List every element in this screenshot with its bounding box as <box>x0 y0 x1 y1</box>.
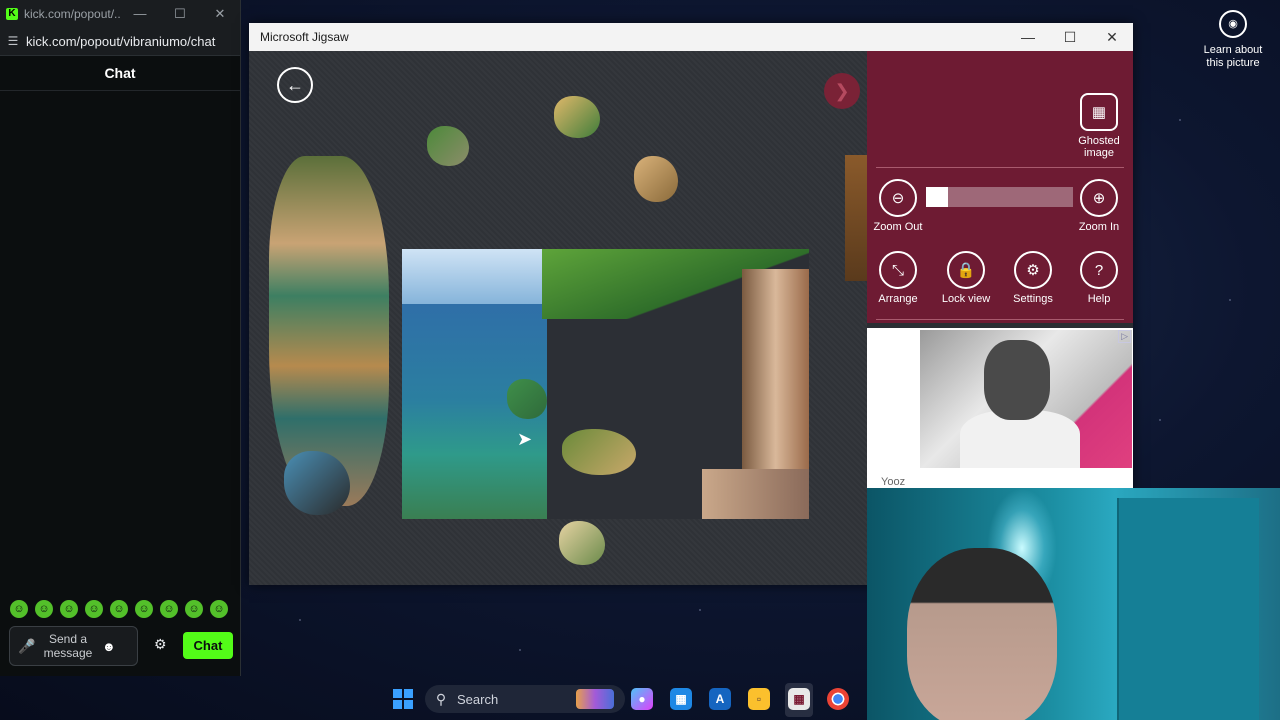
chat-settings-gear-icon[interactable]: ⚙ <box>154 636 167 653</box>
minimize-icon[interactable]: — <box>1007 29 1049 45</box>
copilot-icon[interactable]: ● <box>631 688 653 710</box>
zoom-in-button[interactable]: ⊕ Zoom In <box>1075 179 1123 233</box>
search-highlight-icon[interactable] <box>576 689 614 709</box>
help-label: Help <box>1087 293 1111 305</box>
kick-titlebar: K kick.com/popout/... — ☐ ✕ <box>0 0 240 27</box>
emote-icon[interactable]: ☺ <box>85 600 103 618</box>
mouse-cursor-icon: ➤ <box>517 429 533 449</box>
ghosted-image-label: Ghosted image <box>1078 135 1120 159</box>
address-url: kick.com/popout/vibraniumo/chat <box>26 33 216 49</box>
jigsaw-titlebar: Microsoft Jigsaw — ☐ ✕ <box>249 23 1133 51</box>
lock-view-label: Lock view <box>941 293 991 305</box>
arrange-button[interactable]: ⤡ Arrange <box>873 251 923 305</box>
learn-about-picture[interactable]: ◉ Learn about this picture <box>1200 10 1266 70</box>
separator <box>876 319 1124 320</box>
settings-button[interactable]: ⚙ Settings <box>1007 251 1059 305</box>
emote-icon[interactable]: ☺ <box>135 600 153 618</box>
ad-choices-icon[interactable]: ▷ <box>1118 330 1131 343</box>
zoom-slider-fill <box>926 187 949 207</box>
advertisement[interactable]: ▷ Yooz <box>867 328 1133 488</box>
close-icon[interactable]: ✕ <box>1091 29 1133 46</box>
zoom-in-label: Zoom In <box>1078 221 1120 233</box>
chat-input-placeholder: Send a message <box>43 632 93 660</box>
help-button[interactable]: ? Help <box>1075 251 1123 305</box>
address-bar[interactable]: ☰ kick.com/popout/vibraniumo/chat <box>0 27 240 56</box>
taskbar-search-label: Search <box>457 691 499 707</box>
send-chat-button[interactable]: Chat <box>183 632 233 659</box>
puzzle-piece[interactable] <box>507 379 547 419</box>
puzzle-piece[interactable] <box>559 521 605 565</box>
maximize-icon[interactable]: ☐ <box>1049 29 1091 46</box>
zoom-out-label: Zoom Out <box>873 221 923 233</box>
zoom-in-icon: ⊕ <box>1080 179 1118 217</box>
chrome-icon[interactable] <box>827 688 849 710</box>
emote-icon[interactable]: ☺ <box>110 600 128 618</box>
cliff-bottom-pieces <box>702 469 809 519</box>
kick-tab-title: kick.com/popout/... <box>24 6 120 21</box>
kick-logo-icon: K <box>6 7 18 20</box>
puzzle-piece[interactable] <box>427 126 469 166</box>
site-settings-icon[interactable]: ☰ <box>0 34 26 48</box>
emote-bar: ☺ ☺ ☺ ☺ ☺ ☺ ☺ ☺ ☺ <box>10 600 228 618</box>
learn-about-picture-label: Learn about this picture <box>1203 44 1263 69</box>
puzzle-assembly-area[interactable] <box>402 249 809 519</box>
ad-advertiser-label: Yooz <box>881 476 906 488</box>
emote-icon[interactable]: ☺ <box>210 600 228 618</box>
puzzle-piece[interactable] <box>562 429 636 475</box>
emoji-picker-icon[interactable]: ☻ <box>102 639 116 654</box>
microphone-icon[interactable]: 🎤 <box>16 638 38 655</box>
chat-header: Chat <box>0 56 240 91</box>
ghosted-image-icon: ▦ <box>1080 93 1118 131</box>
puzzle-piece[interactable] <box>554 96 600 138</box>
separator <box>876 167 1124 168</box>
zoom-slider[interactable] <box>926 187 1073 207</box>
minimize-icon[interactable]: — <box>120 6 160 21</box>
ad-image[interactable] <box>920 330 1132 468</box>
settings-label: Settings <box>1013 293 1053 305</box>
close-icon[interactable]: ✕ <box>200 6 240 22</box>
lock-icon: 🔒 <box>947 251 985 289</box>
zoom-out-button[interactable]: ⊖ Zoom Out <box>873 179 923 233</box>
search-icon: ⚲ <box>435 690 447 707</box>
emote-icon[interactable]: ☺ <box>60 600 78 618</box>
arrange-label: Arrange <box>878 293 918 305</box>
next-image-preview[interactable] <box>845 155 867 281</box>
help-icon: ? <box>1080 251 1118 289</box>
app-icon[interactable]: A <box>709 688 731 710</box>
zoom-out-icon: ⊖ <box>879 179 917 217</box>
chat-input[interactable]: 🎤 Send a message ☻ <box>9 626 138 666</box>
emote-icon[interactable]: ☺ <box>160 600 178 618</box>
maximize-icon[interactable]: ☐ <box>160 6 200 22</box>
emote-icon[interactable]: ☺ <box>10 600 28 618</box>
camera-icon: ◉ <box>1219 10 1247 38</box>
back-arrow-icon[interactable]: ← <box>277 67 313 103</box>
ad-person-head <box>984 340 1050 420</box>
windows-start-icon[interactable] <box>393 689 413 709</box>
ghosted-image-button[interactable]: ▦ Ghosted image <box>1075 93 1123 159</box>
arrange-icon: ⤡ <box>879 251 917 289</box>
jigsaw-window-title: Microsoft Jigsaw <box>260 30 349 44</box>
microsoft-store-icon[interactable]: ▦ <box>670 688 692 710</box>
puzzle-board[interactable]: ← ❯ ➤ <box>249 51 867 585</box>
file-explorer-icon[interactable]: ▫ <box>748 688 770 710</box>
next-arrow-icon[interactable]: ❯ <box>824 73 860 109</box>
lock-view-button[interactable]: 🔒 Lock view <box>939 251 993 305</box>
emote-icon[interactable]: ☺ <box>185 600 203 618</box>
settings-gear-icon: ⚙ <box>1014 251 1052 289</box>
puzzle-control-panel: ▦ Ghosted image ⊖ Zoom Out ⊕ Zoom In ⤡ A… <box>867 51 1133 323</box>
puzzle-piece[interactable] <box>634 156 678 202</box>
emote-icon[interactable]: ☺ <box>35 600 53 618</box>
kick-chat-window: K kick.com/popout/... — ☐ ✕ ☰ kick.com/p… <box>0 0 241 676</box>
jigsaw-app-icon[interactable]: ▦ <box>788 688 810 710</box>
